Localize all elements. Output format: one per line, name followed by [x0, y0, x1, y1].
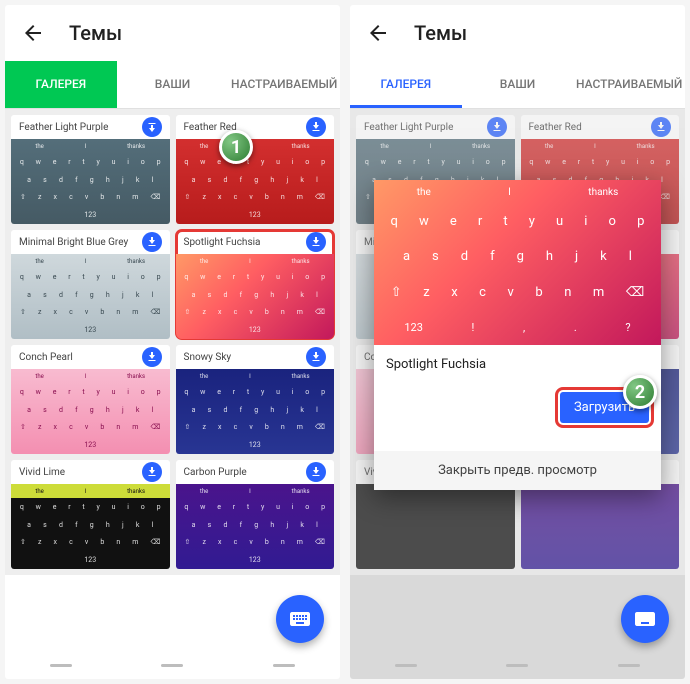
- tabs: ГАЛЕРЕЯ ВАШИ НАСТРАИВАЕМЫЙ: [5, 61, 340, 109]
- page-title: Темы: [414, 21, 467, 45]
- keyboard-fab[interactable]: [621, 595, 669, 643]
- tab-gallery[interactable]: ГАЛЕРЕЯ: [5, 61, 117, 108]
- download-icon[interactable]: [651, 117, 671, 137]
- page-title: Темы: [69, 21, 122, 45]
- keyboard-fab[interactable]: [276, 595, 324, 643]
- keyboard-preview: theIthanksqwertyuiopasdfghjkl⇧zxcvbnm⌫12…: [176, 484, 335, 569]
- download-icon[interactable]: [306, 117, 326, 137]
- theme-name: Spotlight Fuchsia: [184, 237, 261, 248]
- theme-card[interactable]: Snowy Sky theIthanksqwertyuiopasdfghjkl⇧…: [176, 345, 335, 454]
- step-marker-1: 1: [219, 130, 253, 164]
- theme-card[interactable]: Feather Red theIthanksqwertyuiopasdfghjk…: [176, 115, 335, 224]
- modal-theme-name: Spotlight Fuchsia: [374, 345, 661, 384]
- keyboard-preview: theIthanksqwertyuiopasdfghjkl⇧zxcvbnm⌫12…: [11, 369, 170, 454]
- download-icon[interactable]: [306, 232, 326, 252]
- phone-right: Темы ГАЛЕРЕЯ ВАШИ НАСТРАИВАЕМЫЙ Feather …: [350, 5, 685, 679]
- download-icon[interactable]: [142, 117, 162, 137]
- theme-name: Feather Red: [529, 122, 582, 133]
- theme-card[interactable]: Minimal Bright Blue Grey theIthanksqwert…: [11, 230, 170, 339]
- theme-name: Conch Pearl: [19, 352, 73, 363]
- back-arrow-icon[interactable]: [366, 21, 390, 45]
- download-icon[interactable]: [306, 462, 326, 482]
- keyboard-preview: [521, 484, 680, 569]
- download-icon[interactable]: [306, 347, 326, 367]
- download-icon[interactable]: [142, 462, 162, 482]
- keyboard-preview: theIthanksqwertyuiopasdfghjkl⇧zxcvbnm⌫12…: [11, 254, 170, 339]
- keyboard-preview: theIthanksqwertyuiopasdfghjkl⇧zxcvbnm⌫12…: [176, 139, 335, 224]
- theme-card[interactable]: Conch Pearl theIthanksqwertyuiopasdfghjk…: [11, 345, 170, 454]
- theme-name: Snowy Sky: [184, 352, 232, 363]
- theme-name: Minimal Bright Blue Grey: [19, 237, 128, 248]
- header: Темы: [350, 5, 685, 61]
- theme-card[interactable]: Vivid Lime theIthanksqwertyuiopasdfghjkl…: [11, 460, 170, 569]
- tab-custom[interactable]: НАСТРАИВАЕМЫЙ: [228, 61, 340, 108]
- theme-card-highlighted[interactable]: Spotlight Fuchsia theIthanksqwertyuiopas…: [176, 230, 335, 339]
- theme-name: Vivid Lime: [19, 467, 65, 478]
- phone-left: Темы ГАЛЕРЕЯ ВАШИ НАСТРАИВАЕМЫЙ Feather …: [5, 5, 340, 679]
- theme-grid: Feather Light Purple theIthanksqwertyuio…: [5, 109, 340, 575]
- android-nav: [350, 651, 685, 679]
- keyboard-preview: theIthanksqwertyuiopasdfghjkl⇧zxcvbnm⌫12…: [176, 369, 335, 454]
- theme-card[interactable]: Feather Light Purple theIthanksqwertyuio…: [11, 115, 170, 224]
- tab-yours[interactable]: ВАШИ: [462, 61, 574, 108]
- tab-gallery[interactable]: ГАЛЕРЕЯ: [350, 61, 462, 108]
- keyboard-preview: theIthanksqwertyuiopasdfghjkl⇧zxcvbnm⌫12…: [11, 139, 170, 224]
- android-nav: [5, 651, 340, 679]
- close-preview-button[interactable]: Закрыть предв. просмотр: [374, 451, 661, 490]
- theme-card[interactable]: Carbon Purple theIthanksqwertyuiopasdfgh…: [176, 460, 335, 569]
- tab-yours[interactable]: ВАШИ: [117, 61, 229, 108]
- download-icon[interactable]: [142, 232, 162, 252]
- tab-custom[interactable]: НАСТРАИВАЕМЫЙ: [573, 61, 685, 108]
- step-marker-2: 2: [623, 375, 657, 409]
- header: Темы: [5, 5, 340, 61]
- theme-name: Feather Light Purple: [364, 122, 453, 133]
- theme-name: Feather Light Purple: [19, 122, 108, 133]
- theme-preview-modal: theIthanks qwertyuiop asdfghjkl ⇧zxcvbnm…: [374, 180, 661, 490]
- download-icon[interactable]: [487, 117, 507, 137]
- download-icon[interactable]: [142, 347, 162, 367]
- keyboard-preview: theIthanksqwertyuiopasdfghjkl⇧zxcvbnm⌫12…: [176, 254, 335, 339]
- keyboard-preview: [356, 484, 515, 569]
- modal-keyboard-preview: theIthanks qwertyuiop asdfghjkl ⇧zxcvbnm…: [374, 180, 661, 345]
- tabs: ГАЛЕРЕЯ ВАШИ НАСТРАИВАЕМЫЙ: [350, 61, 685, 109]
- back-arrow-icon[interactable]: [21, 21, 45, 45]
- theme-name: Carbon Purple: [184, 467, 247, 478]
- keyboard-preview: theIthanksqwertyuiopasdfghjkl⇧zxcvbnm⌫12…: [11, 484, 170, 569]
